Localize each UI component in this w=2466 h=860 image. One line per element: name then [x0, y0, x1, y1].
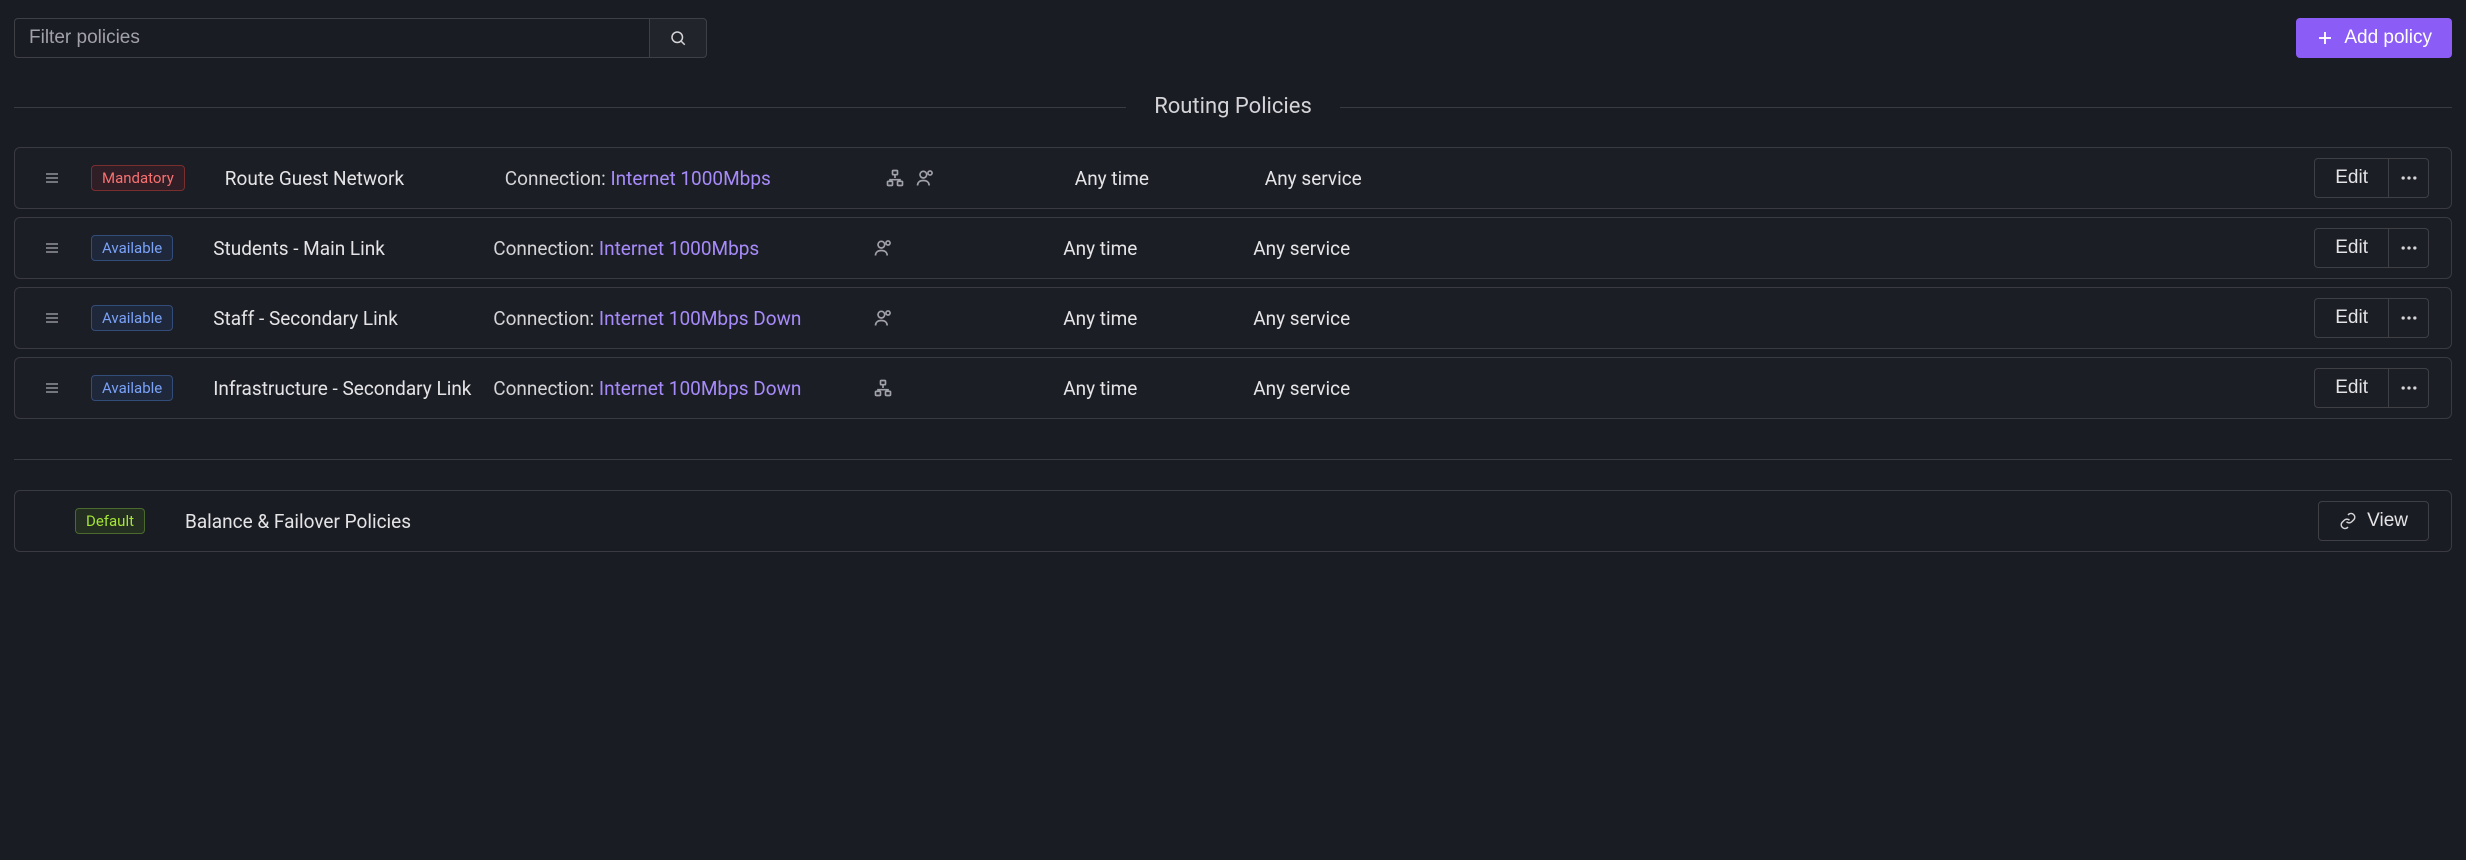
more-button[interactable] [2389, 298, 2429, 338]
more-button[interactable] [2389, 158, 2429, 198]
row-actions: Edit [2314, 298, 2429, 338]
status-badge: Mandatory [91, 165, 185, 191]
drag-handle[interactable] [37, 380, 67, 396]
network-icon [873, 378, 893, 398]
policy-name: Infrastructure - Secondary Link [213, 377, 493, 400]
scope-icons [873, 378, 1063, 398]
failover-row: Default Balance & Failover Policies View [14, 490, 2452, 552]
edit-button[interactable]: Edit [2314, 158, 2389, 198]
network-icon [885, 168, 905, 188]
view-button[interactable]: View [2318, 501, 2429, 541]
time-cell: Any time [1063, 377, 1253, 400]
scope-icons [885, 168, 1075, 188]
add-policy-label: Add policy [2344, 27, 2432, 49]
time-cell: Any time [1075, 167, 1265, 190]
user-group-icon [915, 168, 935, 188]
view-label: View [2367, 510, 2408, 532]
status-badge: Available [91, 305, 173, 331]
connection-link[interactable]: Internet 1000Mbps [610, 167, 770, 190]
policy-row: Available Staff - Secondary LinkConnectio… [14, 287, 2452, 349]
connection-label: Connection: [505, 167, 611, 190]
connection-cell: Connection: Internet 100Mbps Down [493, 377, 873, 400]
status-badge: Available [91, 375, 173, 401]
time-cell: Any time [1063, 307, 1253, 330]
default-badge: Default [75, 508, 145, 534]
more-icon [2399, 168, 2419, 188]
policy-name: Route Guest Network [225, 167, 505, 190]
connection-label: Connection: [493, 237, 599, 260]
scope-icons [873, 308, 1063, 328]
search-icon [669, 29, 687, 47]
drag-handle[interactable] [37, 240, 67, 256]
filter-input[interactable] [14, 18, 649, 58]
service-cell: Any service [1253, 237, 1453, 260]
status-badge: Available [91, 235, 173, 261]
search-group [14, 18, 707, 58]
connection-label: Connection: [493, 307, 599, 330]
user-group-icon [873, 308, 893, 328]
drag-handle[interactable] [37, 170, 67, 186]
top-bar: Add policy [14, 18, 2452, 58]
policy-row: Available Students - Main LinkConnection:… [14, 217, 2452, 279]
more-icon [2399, 238, 2419, 258]
connection-link[interactable]: Internet 100Mbps Down [599, 307, 801, 330]
link-icon [2339, 512, 2357, 530]
connection-link[interactable]: Internet 1000Mbps [599, 237, 759, 260]
more-icon [2399, 308, 2419, 328]
section-title: Routing Policies [1126, 94, 1340, 119]
add-policy-button[interactable]: Add policy [2296, 18, 2452, 58]
policy-name: Staff - Secondary Link [213, 307, 493, 330]
edit-button[interactable]: Edit [2314, 298, 2389, 338]
service-cell: Any service [1253, 307, 1453, 330]
row-actions: Edit [2314, 368, 2429, 408]
drag-handle[interactable] [37, 310, 67, 326]
connection-cell: Connection: Internet 1000Mbps [505, 167, 885, 190]
row-actions: Edit [2314, 158, 2429, 198]
connection-cell: Connection: Internet 100Mbps Down [493, 307, 873, 330]
edit-button[interactable]: Edit [2314, 368, 2389, 408]
divider [14, 459, 2452, 460]
search-button[interactable] [649, 18, 707, 58]
connection-link[interactable]: Internet 100Mbps Down [599, 377, 801, 400]
row-actions: Edit [2314, 228, 2429, 268]
connection-cell: Connection: Internet 1000Mbps [493, 237, 873, 260]
section-title-divider: Routing Policies [14, 94, 2452, 119]
failover-name: Balance & Failover Policies [185, 510, 411, 533]
policy-row: Available Infrastructure - Secondary Link… [14, 357, 2452, 419]
policy-row: Mandatory Route Guest NetworkConnection: … [14, 147, 2452, 209]
connection-label: Connection: [493, 377, 599, 400]
more-icon [2399, 378, 2419, 398]
more-button[interactable] [2389, 228, 2429, 268]
failover-actions: View [2318, 501, 2429, 541]
more-button[interactable] [2389, 368, 2429, 408]
edit-button[interactable]: Edit [2314, 228, 2389, 268]
service-cell: Any service [1265, 167, 1465, 190]
scope-icons [873, 238, 1063, 258]
time-cell: Any time [1063, 237, 1253, 260]
service-cell: Any service [1253, 377, 1453, 400]
policy-list: MandatoryRoute Guest NetworkConnection: … [14, 147, 2452, 419]
policy-name: Students - Main Link [213, 237, 493, 260]
user-group-icon [873, 238, 893, 258]
plus-icon [2316, 29, 2334, 47]
